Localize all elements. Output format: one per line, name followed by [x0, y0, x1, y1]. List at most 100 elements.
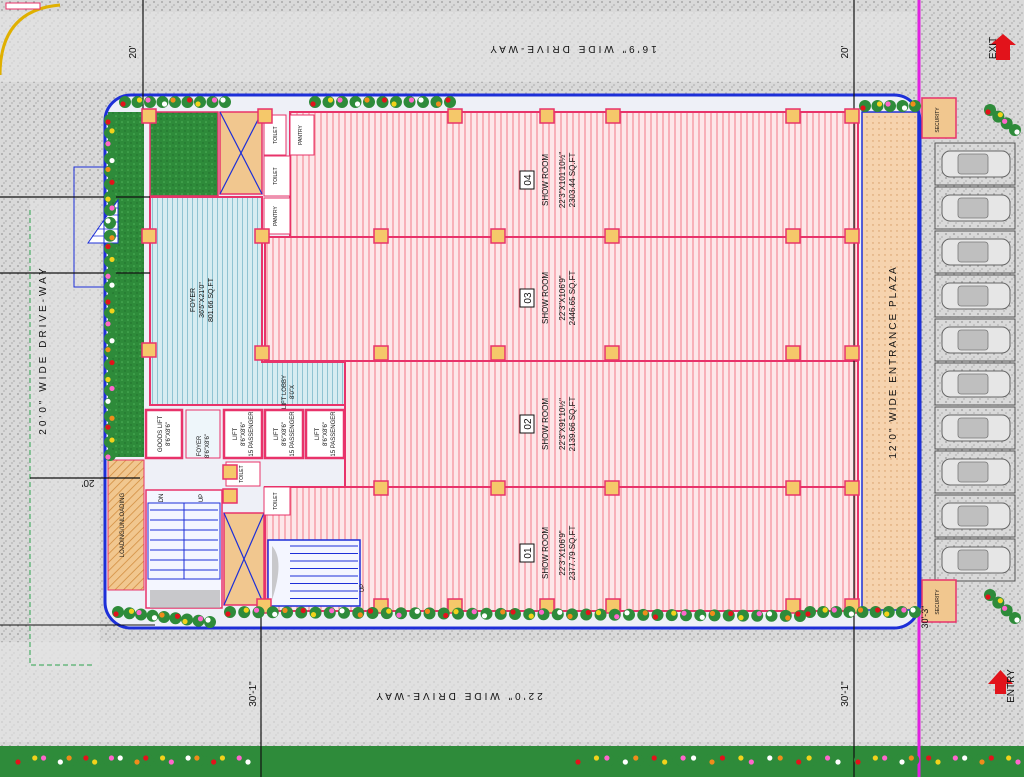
flower — [105, 398, 111, 404]
shrub — [204, 616, 216, 628]
shrub — [231, 754, 244, 766]
flower — [109, 256, 115, 263]
shrub — [704, 754, 716, 766]
shrub — [907, 754, 920, 766]
flower — [624, 610, 630, 616]
shrub — [141, 754, 154, 766]
shrub — [104, 371, 116, 384]
flower — [824, 755, 831, 761]
flower — [777, 755, 783, 761]
flower — [738, 755, 744, 761]
showroom-04-name: SHOW ROOM — [541, 154, 550, 206]
shrub — [104, 449, 116, 461]
showroom-02-area — [344, 360, 859, 488]
shrub — [103, 754, 116, 766]
shrub — [104, 268, 116, 281]
foyer-name: FOYER — [190, 288, 197, 312]
shrub — [895, 606, 908, 618]
flower — [391, 101, 397, 107]
shrub — [466, 607, 479, 620]
flower — [756, 611, 762, 617]
shrub — [594, 608, 607, 621]
flower — [194, 755, 200, 761]
flower — [979, 759, 985, 765]
column — [373, 228, 389, 244]
flower — [109, 157, 115, 164]
flower — [997, 112, 1003, 118]
shrub — [281, 606, 293, 619]
shrub — [637, 608, 650, 621]
flower — [211, 97, 218, 103]
shrub — [104, 204, 116, 216]
flower — [1002, 605, 1008, 611]
shrub — [65, 754, 78, 766]
shrub — [104, 384, 116, 397]
flower — [151, 615, 158, 621]
flower — [105, 424, 111, 430]
shrub — [444, 96, 456, 108]
shrub — [423, 607, 436, 620]
flower — [108, 755, 115, 761]
shrub — [26, 754, 39, 766]
shrub — [218, 754, 231, 766]
shrub — [104, 242, 116, 255]
shrub — [718, 754, 731, 766]
flower — [337, 97, 343, 103]
shrub — [651, 609, 664, 621]
flower — [174, 613, 181, 619]
flower — [671, 610, 677, 616]
flower — [699, 614, 705, 620]
shrub — [104, 332, 116, 345]
shrub — [631, 754, 644, 766]
shrub — [722, 609, 735, 622]
shrub — [880, 754, 893, 766]
shrub — [349, 96, 362, 108]
shrub — [960, 754, 973, 766]
flower — [113, 611, 119, 617]
flower — [145, 97, 151, 103]
dim-bottom-left: 30'-1" — [248, 681, 259, 707]
shrub — [295, 606, 308, 619]
flower — [225, 611, 231, 617]
flower — [805, 611, 811, 617]
flower — [236, 755, 242, 761]
shrub — [352, 606, 365, 619]
shaft-bottom — [223, 512, 265, 606]
flower — [528, 613, 534, 619]
shrub — [843, 606, 856, 618]
flower — [339, 608, 345, 614]
flower — [719, 755, 726, 761]
flower — [748, 759, 754, 765]
flower — [367, 608, 374, 614]
flower — [424, 608, 431, 615]
flower — [92, 759, 98, 765]
shrub — [934, 754, 946, 766]
flower — [170, 97, 176, 103]
plaza-label: 12'0" WIDE ENTRANCE PLAZA — [888, 265, 899, 458]
flower — [899, 759, 905, 765]
flower — [885, 101, 891, 107]
flower — [168, 759, 174, 765]
svg-text:8'6"X8'6": 8'6"X8'6" — [323, 422, 329, 446]
flower — [109, 385, 115, 392]
shrub — [737, 609, 749, 622]
svg-text:8'6"X8'6": 8'6"X8'6" — [282, 422, 288, 446]
shrub — [790, 754, 803, 766]
flower — [796, 759, 802, 765]
svg-text:LIFT: LIFT — [274, 428, 280, 441]
flower — [481, 613, 488, 619]
shrub — [156, 96, 169, 108]
entry-label: ENTRY — [1006, 669, 1017, 703]
toilet-1-label: TOILET — [273, 126, 279, 143]
stair-dn-label: DN — [159, 494, 165, 503]
flower — [136, 609, 142, 616]
shrub — [244, 754, 256, 766]
flower — [105, 119, 111, 125]
shrub — [494, 607, 507, 620]
shrub — [39, 754, 52, 766]
flower — [633, 755, 639, 761]
column — [254, 345, 270, 361]
flower — [40, 755, 47, 761]
shrub — [104, 294, 116, 306]
column — [257, 108, 273, 124]
